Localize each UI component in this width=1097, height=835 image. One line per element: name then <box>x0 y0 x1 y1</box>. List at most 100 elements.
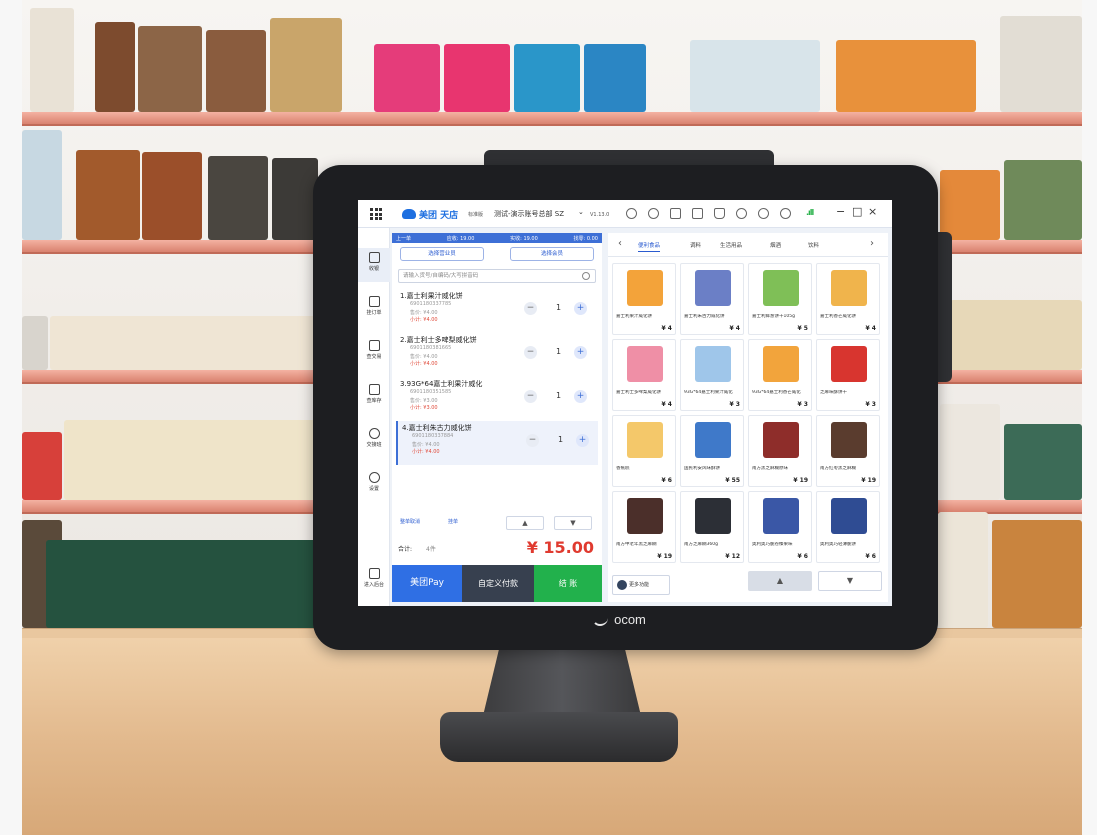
item-price: 售价: ¥3.00 <box>410 398 438 404</box>
item-qty[interactable]: 1 <box>556 391 561 400</box>
qty-plus-button[interactable]: + <box>574 302 587 315</box>
search-icon[interactable] <box>582 272 590 280</box>
item-price: 售价: ¥4.00 <box>410 310 438 316</box>
item-code: 6901180381665 <box>410 345 452 351</box>
item-qty[interactable]: 1 <box>556 303 561 312</box>
qty-minus-button[interactable]: − <box>524 346 537 359</box>
keyboard-icon[interactable] <box>670 208 681 219</box>
scroll-down-button[interactable]: ▼ <box>554 516 592 530</box>
close-button[interactable]: × <box>868 205 877 218</box>
shelf-product <box>1004 424 1082 500</box>
app-grid-icon[interactable] <box>370 208 382 220</box>
qty-plus-button[interactable]: + <box>574 390 587 403</box>
tab-daily-goods[interactable]: 生活用品 <box>720 241 742 249</box>
nav-item-shift[interactable]: 交接班 <box>358 424 390 458</box>
item-name: 3.93G*64嘉士利果汁威化 <box>400 380 483 388</box>
product-card[interactable]: 93G*64嘉士利果汁威化 ¥ 3 <box>680 339 744 411</box>
page-up-button[interactable]: ▲ <box>748 571 812 591</box>
product-card[interactable]: 嘉士利鲜葱饼干105g ¥ 5 <box>748 263 812 335</box>
minimize-button[interactable]: − <box>836 205 845 218</box>
nav-item-backend[interactable]: 进入后台 <box>358 564 390 598</box>
page-down-button[interactable]: ▼ <box>818 571 882 591</box>
product-card[interactable]: 嘉士利果汁威化饼 ¥ 4 <box>612 263 676 335</box>
chevron-left-icon[interactable]: ‹ <box>618 238 622 249</box>
monitor-base <box>440 712 678 762</box>
help-icon[interactable] <box>780 208 791 219</box>
item-subtotal: 小计: ¥4.00 <box>412 449 440 455</box>
printer-icon[interactable] <box>736 208 747 219</box>
maximize-button[interactable]: □ <box>852 205 862 218</box>
cancel-order-button[interactable]: 整单取消 <box>400 518 420 525</box>
select-staff-button[interactable]: 选择营业员 <box>400 247 484 261</box>
shelf-product <box>50 316 318 370</box>
more-functions-button[interactable]: 更多功能 <box>612 575 670 595</box>
item-qty[interactable]: 1 <box>556 347 561 356</box>
search-input[interactable]: 请输入货号/自编码/大写拼音码 <box>398 269 596 283</box>
product-card[interactable]: 南方芝麻糊360g ¥ 12 <box>680 491 744 563</box>
tab-drinks[interactable]: 饮料 <box>808 241 819 249</box>
product-card[interactable]: 嘉士利朱古力威化饼 ¥ 4 <box>680 263 744 335</box>
qty-minus-button[interactable]: − <box>524 390 537 403</box>
product-card[interactable]: 国民利安风味酥饼 ¥ 55 <box>680 415 744 487</box>
cloud-sync-icon[interactable] <box>758 208 769 219</box>
order-item-selected[interactable]: 4.嘉士利朱古力威化饼 6901180337884 售价: ¥4.00 小计: … <box>396 421 598 465</box>
nav-item-transactions[interactable]: 查交易 <box>358 336 390 370</box>
tab-convenience-food[interactable]: 便利食品 <box>638 241 661 252</box>
qty-plus-button[interactable]: + <box>576 434 589 447</box>
cashier-icon <box>368 252 380 263</box>
product-card[interactable]: 奥利奥巧轻薄脆饼 ¥ 6 <box>816 491 880 563</box>
select-member-button[interactable]: 选择会员 <box>510 247 594 261</box>
shelf-product <box>142 152 202 240</box>
image-frame <box>0 0 22 835</box>
product-card[interactable]: 嘉士利士多啤梨威化饼 ¥ 4 <box>612 339 676 411</box>
qty-minus-button[interactable]: − <box>524 302 537 315</box>
lock-icon[interactable] <box>714 208 725 219</box>
link-icon[interactable] <box>626 208 637 219</box>
nav-item-inventory[interactable]: 查库存 <box>358 380 390 414</box>
nav-label: 查库存 <box>366 398 382 404</box>
scan-icon[interactable] <box>692 208 703 219</box>
checkout-button[interactable]: 结 账 <box>534 565 602 602</box>
meituan-pay-button[interactable]: 美团Pay <box>392 565 462 602</box>
nav-item-cashier[interactable]: 收银 <box>358 248 390 282</box>
shelf-product <box>940 170 1000 240</box>
product-card[interactable]: 嘉士利香芒威化饼 ¥ 4 <box>816 263 880 335</box>
product-image <box>763 422 799 458</box>
order-item[interactable]: 1.嘉士利果汁威化饼 6901180337785 售价: ¥4.00 小计: ¥… <box>396 289 598 333</box>
product-card[interactable]: 93G*64嘉士利香芒威化 ¥ 3 <box>748 339 812 411</box>
order-actions: 整单取消 挂单 ▲ ▼ <box>392 516 602 532</box>
qty-plus-button[interactable]: + <box>574 346 587 359</box>
product-card[interactable]: 奥利奥巧脆卷榛果味 ¥ 6 <box>748 491 812 563</box>
shelf-product <box>272 158 318 240</box>
product-card[interactable]: 南方中老年黑芝麻糊 ¥ 19 <box>612 491 676 563</box>
item-code: 6901180351585 <box>410 389 452 395</box>
order-item[interactable]: 2.嘉士利士多啤梨威化饼 6901180381665 售价: ¥4.00 小计:… <box>396 333 598 377</box>
product-card[interactable]: 南方黑芝麻糊原味 ¥ 19 <box>748 415 812 487</box>
shelf-product <box>992 520 1082 628</box>
chevron-down-icon[interactable]: ⌄ <box>578 208 584 216</box>
product-image <box>627 422 663 458</box>
chevron-right-icon[interactable]: › <box>870 238 874 249</box>
shelf-product <box>22 316 48 370</box>
product-card[interactable]: 香蕉糕 ¥ 6 <box>612 415 676 487</box>
shelf-product <box>64 420 318 500</box>
scroll-up-button[interactable]: ▲ <box>506 516 544 530</box>
product-card[interactable]: 南方红枣黑芝麻糊 ¥ 19 <box>816 415 880 487</box>
custom-payment-button[interactable]: 自定义付款 <box>462 565 534 602</box>
tab-seasoning[interactable]: 调料 <box>690 241 701 249</box>
product-price: ¥ 4 <box>661 325 672 332</box>
clock-icon[interactable] <box>648 208 659 219</box>
nav-item-orders[interactable]: 挂订单 <box>358 292 390 326</box>
hold-order-button[interactable]: 挂单 <box>448 518 458 525</box>
nav-item-settings[interactable]: 设置 <box>358 468 390 502</box>
qty-minus-button[interactable]: − <box>526 434 539 447</box>
order-item[interactable]: 3.93G*64嘉士利果汁威化 6901180351585 售价: ¥3.00 … <box>396 377 598 421</box>
product-image <box>831 422 867 458</box>
product-image <box>695 498 731 534</box>
store-selector[interactable]: 测试-演示账号总部 SZ <box>494 209 564 219</box>
item-qty[interactable]: 1 <box>558 435 563 444</box>
product-card[interactable]: 芝麻味酥饼干 ¥ 3 <box>816 339 880 411</box>
product-price: ¥ 19 <box>861 477 876 484</box>
tab-tobacco-wine[interactable]: 烟酒 <box>770 241 781 249</box>
product-image <box>831 346 867 382</box>
